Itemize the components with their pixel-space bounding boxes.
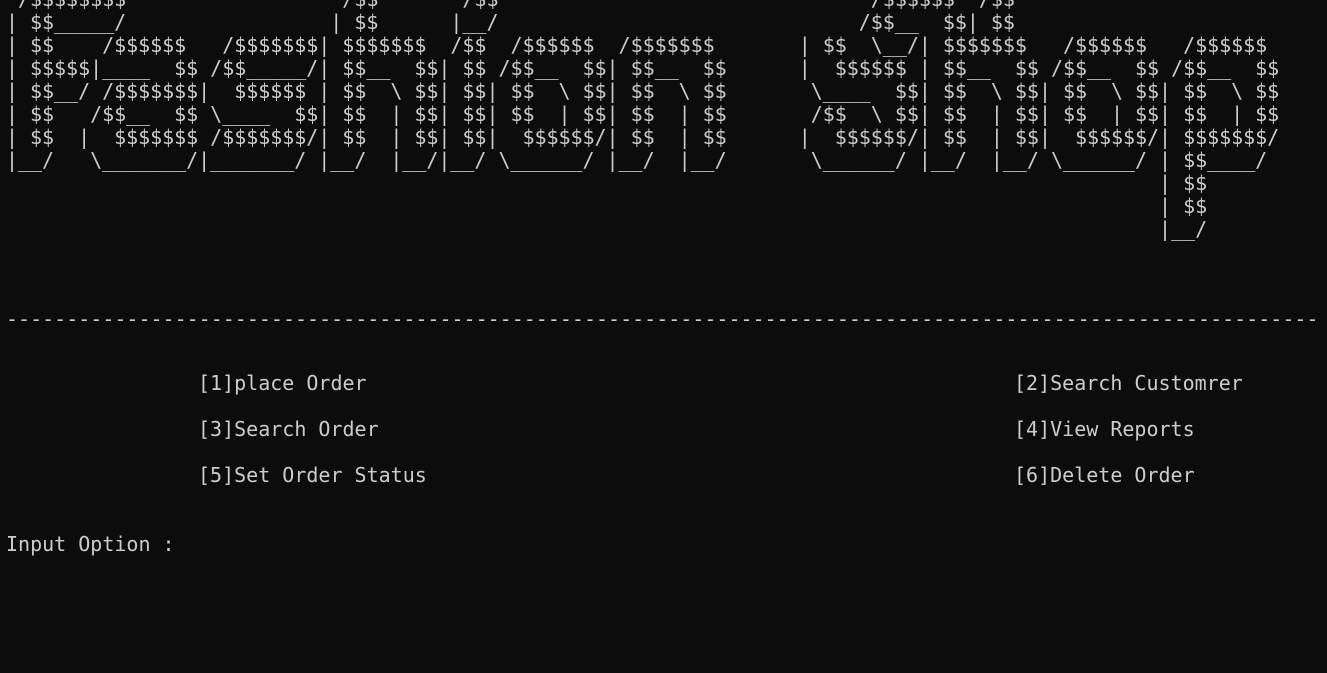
input-option-prompt[interactable]: Input Option :: [6, 533, 186, 556]
menu-option-place-order: [1]place Order: [198, 371, 367, 395]
menu-option-search-order: [3]Search Order: [198, 417, 379, 441]
prompt-label: Input Option :: [6, 532, 175, 556]
input-cursor[interactable]: [175, 548, 186, 551]
menu-option-view-reports: [4]View Reports: [1014, 417, 1195, 441]
menu-option-search-customer: [2]Search Customrer: [1014, 371, 1243, 395]
menu-option-delete-order: [6]Delete Order: [1014, 463, 1195, 487]
divider-line: ----------------------------------------…: [6, 308, 1316, 331]
menu-option-set-order-status: [5]Set Order Status: [198, 463, 427, 487]
fashion-shop-ascii-banner: /$$$$$$$$ /$$ /$$ /$$$$$$ /$$ | $$_____/…: [6, 0, 1280, 241]
